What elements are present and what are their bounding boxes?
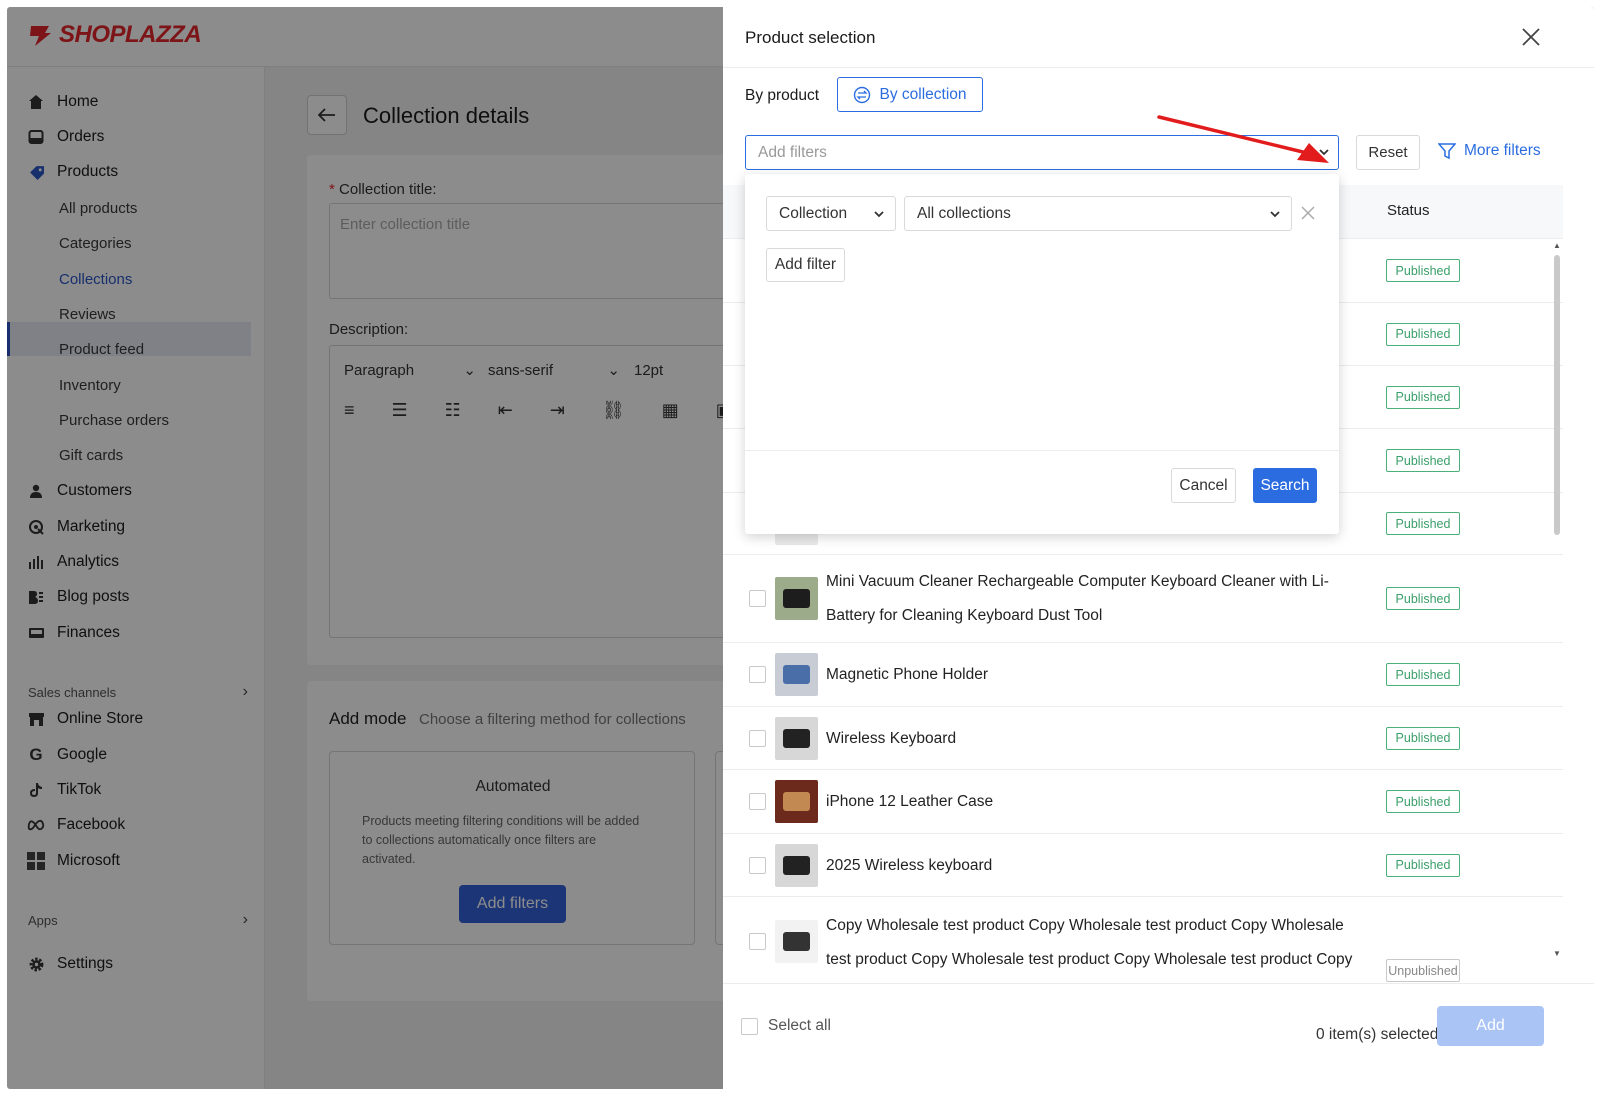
row-checkbox[interactable] [749, 590, 766, 607]
row-checkbox[interactable] [749, 933, 766, 950]
search-button[interactable]: Search [1253, 468, 1317, 503]
row-checkbox[interactable] [749, 793, 766, 810]
status-badge: Published [1386, 259, 1460, 282]
status-badge: Published [1386, 853, 1460, 877]
row-checkbox[interactable] [749, 856, 766, 874]
select-all-checkbox[interactable] [741, 1017, 758, 1035]
status-badge: Published [1386, 449, 1460, 472]
scroll-down-arrow[interactable]: ▼ [1553, 949, 1561, 958]
status-badge: Published [1386, 726, 1460, 750]
filter-icon [1438, 143, 1456, 160]
product-name: iPhone 12 Leather Case [826, 793, 994, 810]
product-name: Copy Wholesale test product Copy Wholesa… [826, 917, 1353, 968]
app-window: SHOPLAZZA Home Orders Products All produ… [7, 7, 1594, 1089]
status-badge: Published [1386, 587, 1460, 610]
scroll-thumb[interactable] [1554, 255, 1560, 535]
cancel-button[interactable]: Cancel [1171, 468, 1236, 503]
divider [745, 450, 1339, 451]
select-all-label: Select all [768, 1017, 831, 1034]
selected-count: 0 item(s) selected [1316, 1026, 1439, 1043]
product-row[interactable]: Mini Vacuum Cleaner Rechargeable Compute… [723, 555, 1563, 643]
status-badge: Published [1386, 322, 1460, 346]
close-icon [1522, 28, 1540, 46]
status-badge: Published [1386, 663, 1460, 686]
product-thumbnail [775, 577, 818, 620]
filter-value-select[interactable]: All collections [904, 196, 1292, 231]
status-column-header: Status [1387, 202, 1430, 219]
product-name: Wireless Keyboard [826, 729, 957, 747]
filter-dropdown-panel: Collection All collections Add filter Ca… [745, 174, 1339, 534]
product-thumbnail [775, 716, 818, 760]
add-filters-select[interactable]: Add filters [745, 135, 1339, 170]
product-row[interactable]: Magnetic Phone Holder Published [723, 643, 1563, 707]
product-thumbnail [775, 920, 818, 963]
filter-field-select[interactable]: Collection [766, 196, 896, 231]
product-name: 2025 Wireless keyboard [826, 856, 993, 874]
filter-field-value: Collection [779, 204, 848, 222]
chevron-down-icon [874, 210, 884, 217]
product-row[interactable]: iPhone 12 Leather Case Published [723, 770, 1563, 834]
tab-by-collection-label: By collection [879, 85, 967, 103]
more-filters-button[interactable]: More filters [1438, 142, 1541, 160]
drawer-header: Product selection [723, 7, 1594, 68]
product-selection-drawer: Product selection By product By collecti… [723, 7, 1594, 1089]
more-filters-label: More filters [1464, 142, 1541, 159]
status-badge: Published [1386, 790, 1460, 813]
row-checkbox[interactable] [749, 729, 766, 747]
product-thumbnail [775, 843, 818, 887]
swap-icon [854, 86, 871, 103]
row-checkbox[interactable] [749, 666, 766, 683]
product-name: Mini Vacuum Cleaner Rechargeable Compute… [826, 573, 1329, 624]
close-button[interactable] [1519, 25, 1543, 49]
scroll-up-arrow[interactable]: ▲ [1553, 241, 1561, 250]
add-filters-placeholder: Add filters [758, 143, 827, 161]
chevron-down-icon [1319, 149, 1329, 156]
tab-by-product[interactable]: By product [745, 87, 819, 105]
tab-by-collection[interactable]: By collection [837, 77, 983, 112]
product-row[interactable]: 2025 Wireless keyboard Published [723, 834, 1563, 897]
status-badge: Published [1386, 512, 1460, 535]
product-row[interactable]: Wireless Keyboard Published [723, 707, 1563, 770]
scrollbar[interactable]: ▲ ▼ [1551, 239, 1563, 962]
add-button[interactable]: Add [1437, 1006, 1544, 1046]
product-thumbnail [775, 780, 818, 823]
chevron-down-icon [1270, 210, 1280, 217]
drawer-footer: Select all 0 item(s) selected Add [723, 983, 1594, 1089]
reset-button[interactable]: Reset [1356, 135, 1420, 170]
add-filter-button[interactable]: Add filter [766, 248, 845, 282]
status-badge: Unpublished [1386, 959, 1460, 982]
product-name: Magnetic Phone Holder [826, 666, 988, 683]
remove-filter-icon[interactable] [1301, 206, 1315, 220]
select-all[interactable]: Select all [741, 1017, 831, 1035]
filter-value-text: All collections [917, 204, 1011, 222]
product-thumbnail [775, 653, 818, 696]
status-badge: Published [1386, 385, 1460, 409]
drawer-title: Product selection [745, 28, 876, 47]
product-row[interactable]: Copy Wholesale test product Copy Wholesa… [723, 897, 1563, 987]
